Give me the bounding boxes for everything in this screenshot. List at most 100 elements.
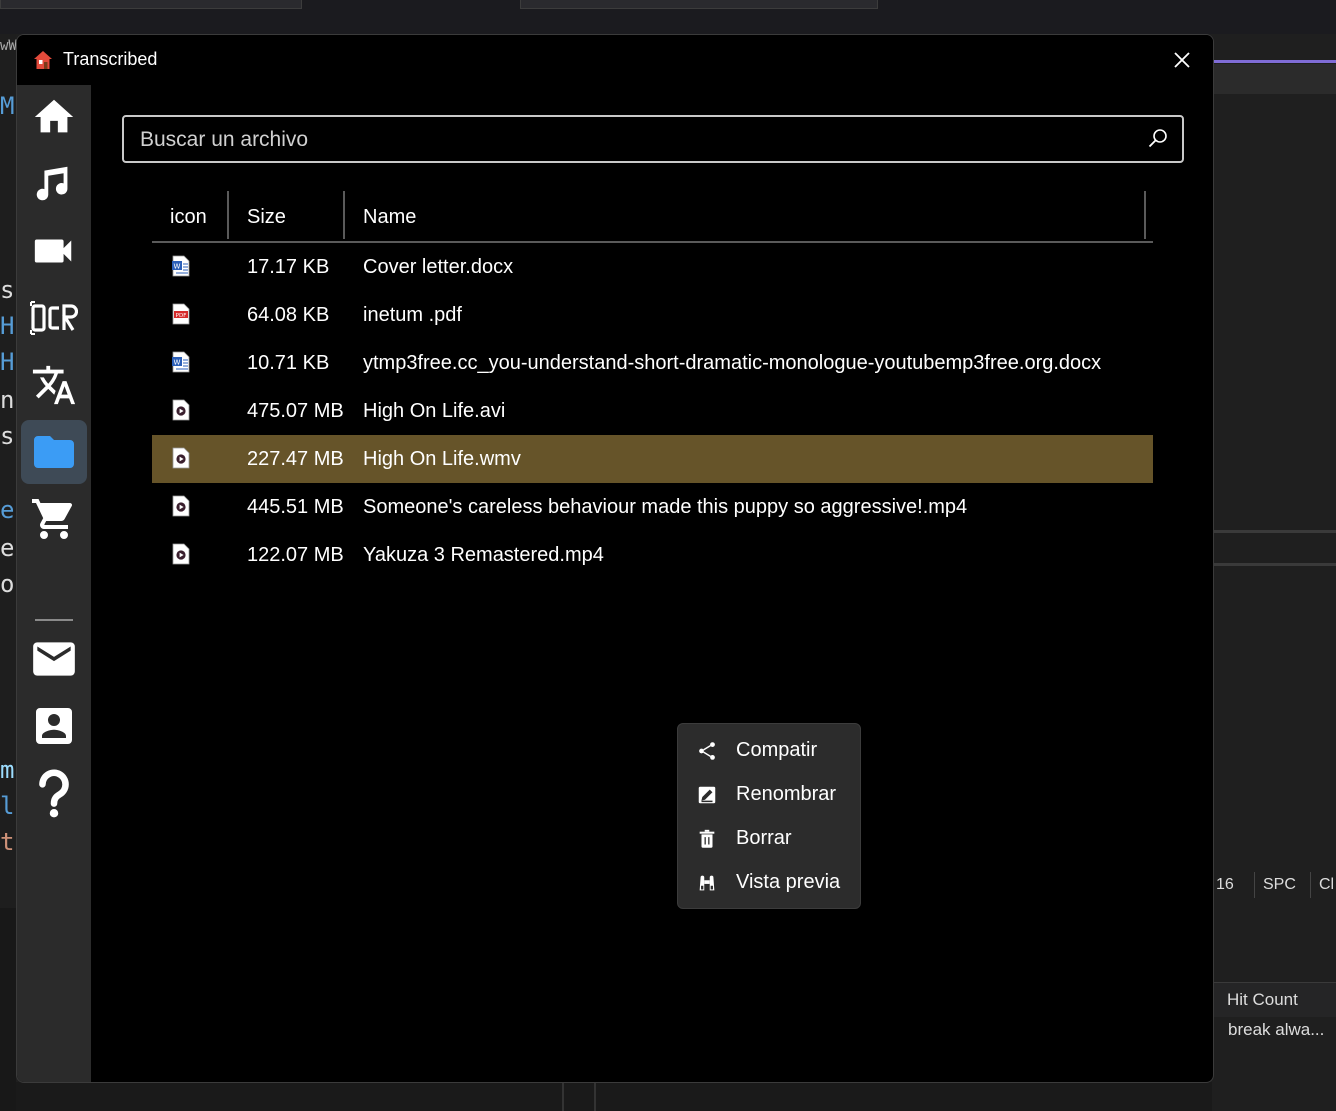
ide-divider	[594, 1082, 596, 1111]
column-divider[interactable]	[343, 191, 345, 239]
file-size: 227.47 MB	[247, 448, 344, 470]
ide-right-tabbar	[1212, 64, 1336, 94]
translate-icon	[32, 365, 76, 405]
shopping-cart-icon	[32, 499, 73, 539]
file-name: Yakuza 3 Remastered.mp4	[363, 544, 604, 566]
file-name: ytmp3free.cc_you-understand-short-dramat…	[363, 352, 1102, 374]
file-size: 64.08 KB	[247, 304, 330, 326]
column-divider[interactable]	[1144, 191, 1146, 239]
file-name: Someone's careless behaviour made this p…	[363, 496, 968, 518]
app-logo-icon	[34, 51, 52, 69]
sidebar-item-home[interactable]	[21, 85, 87, 149]
svg-text:PDF: PDF	[176, 313, 187, 319]
pdf-file-icon: PDF	[172, 303, 190, 325]
sidebar-item-store[interactable]	[21, 487, 87, 551]
sidebar-item-translate[interactable]	[21, 353, 87, 417]
ide-code-text: e	[0, 496, 15, 524]
search-box	[122, 115, 1184, 163]
file-name: High On Life.avi	[363, 400, 506, 422]
help-icon	[39, 769, 69, 818]
status-item[interactable]: Cl	[1310, 872, 1334, 898]
ide-bottom-strip	[16, 1082, 1212, 1111]
sidebar-item-music[interactable]	[21, 152, 87, 216]
ide-code-text: n	[0, 386, 15, 414]
ocr-icon	[30, 301, 78, 335]
file-name: Cover letter.docx	[363, 256, 514, 278]
sidebar-item-video[interactable]	[21, 219, 87, 283]
hit-count-cell: break alwa...	[1228, 1020, 1325, 1039]
menu-item-delete[interactable]: Borrar	[678, 816, 860, 860]
ide-code-text: l	[0, 792, 15, 820]
ide-toolbar-field	[520, 0, 878, 9]
file-table: icon Size Name W 17.17 KB Cover letter.d…	[152, 191, 1153, 579]
video-file-icon	[172, 399, 190, 421]
menu-item-rename[interactable]: Renombrar	[678, 772, 860, 816]
sidebar-separator	[35, 619, 73, 621]
context-menu: Compatir Renombrar Borrar Vista previa	[677, 723, 861, 909]
menu-item-label: Vista previa	[736, 871, 841, 893]
home-icon	[34, 99, 74, 133]
table-row-selected[interactable]: 227.47 MB High On Life.wmv	[152, 435, 1153, 483]
share-icon	[699, 742, 715, 760]
sidebar-item-contact[interactable]	[21, 694, 87, 758]
column-header-icon[interactable]: icon	[170, 191, 207, 241]
menu-item-label: Renombrar	[736, 783, 837, 805]
ide-divider	[1212, 530, 1336, 533]
music-note-icon	[36, 166, 68, 201]
sidebar-item-ocr[interactable]	[21, 286, 87, 350]
table-row[interactable]: 475.07 MB High On Life.avi	[152, 387, 1153, 435]
svg-text:W: W	[174, 359, 181, 367]
trash-icon	[699, 829, 715, 848]
close-icon	[1174, 52, 1190, 68]
table-row[interactable]: 122.07 MB Yakuza 3 Remastered.mp4	[152, 531, 1153, 579]
menu-item-share[interactable]: Compatir	[678, 728, 860, 772]
video-file-icon	[172, 543, 190, 565]
video-file-icon	[172, 447, 190, 469]
title-bar: Transcribed	[17, 35, 1213, 85]
contact-icon	[36, 708, 72, 744]
mail-icon	[33, 642, 75, 676]
search-icon[interactable]	[1148, 128, 1168, 148]
column-header-name[interactable]: Name	[363, 191, 416, 241]
file-size: 17.17 KB	[247, 256, 330, 278]
ide-right-panel	[1212, 64, 1336, 1111]
table-header: icon Size Name	[152, 191, 1153, 243]
word-file-icon: W	[172, 255, 190, 277]
table-row[interactable]: W 10.71 KB ytmp3free.cc_you-understand-s…	[152, 339, 1153, 387]
status-spacing[interactable]: SPC	[1254, 872, 1296, 898]
ide-code-text: wW	[0, 38, 17, 54]
file-size: 445.51 MB	[247, 496, 344, 518]
table-row[interactable]: PDF 64.08 KB inetum .pdf	[152, 291, 1153, 339]
ide-toolbar-field	[0, 0, 302, 9]
rename-icon	[698, 786, 716, 804]
close-button[interactable]	[1165, 45, 1199, 75]
search-input[interactable]	[138, 117, 1142, 163]
video-camera-icon	[34, 239, 72, 263]
ide-code-text: s	[0, 422, 15, 450]
file-size: 122.07 MB	[247, 544, 344, 566]
sidebar-item-help[interactable]	[21, 761, 87, 825]
column-header-size[interactable]: Size	[247, 191, 286, 241]
window-title: Transcribed	[63, 49, 158, 69]
ide-divider	[562, 1082, 564, 1111]
svg-text:W: W	[174, 263, 181, 271]
sidebar-item-mail[interactable]	[21, 627, 87, 691]
ide-bottom-panel	[0, 908, 16, 1111]
table-row[interactable]: W 17.17 KB Cover letter.docx	[152, 243, 1153, 291]
file-name: inetum .pdf	[363, 304, 462, 326]
ide-accent-line	[1212, 60, 1336, 63]
ide-code-text: H	[0, 348, 15, 376]
sidebar-item-files[interactable]	[21, 420, 87, 484]
hit-count-header[interactable]: Hit Count	[1227, 990, 1298, 1010]
ide-code-text: e	[0, 534, 15, 562]
sidebar	[17, 85, 91, 1082]
ide-code-text: m	[0, 756, 15, 784]
table-row[interactable]: 445.51 MB Someone's careless behaviour m…	[152, 483, 1153, 531]
ide-code-text: s	[0, 276, 15, 304]
column-divider[interactable]	[227, 191, 229, 239]
menu-item-preview[interactable]: Vista previa	[678, 860, 860, 904]
file-browser: icon Size Name W 17.17 KB Cover letter.d…	[91, 85, 1213, 1082]
ide-code-text: o	[0, 570, 15, 598]
file-size: 10.71 KB	[247, 352, 330, 374]
app-window: Transcribed Buscar un archivo icon Size …	[16, 34, 1214, 1083]
